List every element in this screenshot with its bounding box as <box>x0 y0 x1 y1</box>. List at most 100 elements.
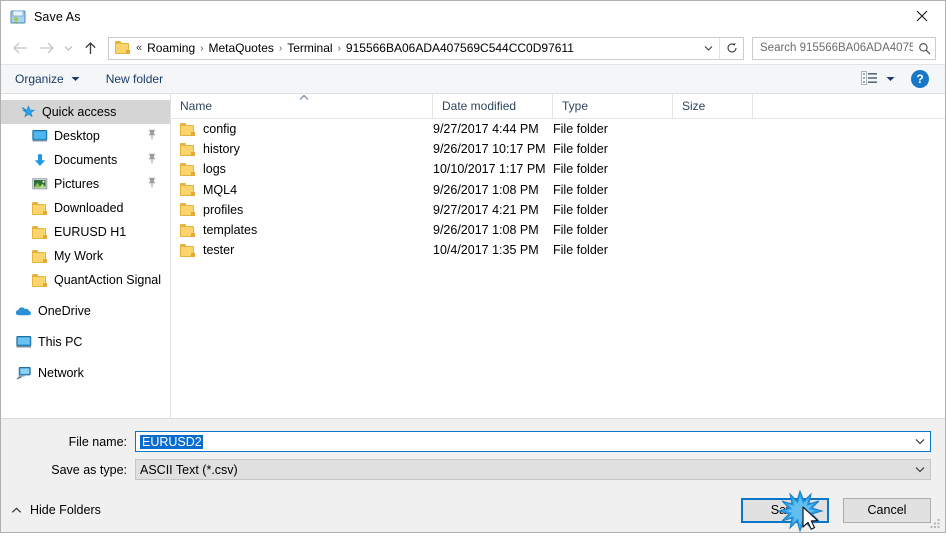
pin-icon[interactable] <box>147 129 157 143</box>
save-as-type-row: Save as type: ASCII Text (*.csv) <box>15 459 931 480</box>
new-folder-button[interactable]: New folder <box>106 72 163 86</box>
folder-icon <box>180 223 195 237</box>
sort-ascending-icon <box>299 94 309 103</box>
file-date-cell: 10/10/2017 1:17 PM <box>433 162 546 177</box>
close-icon[interactable] <box>899 1 945 31</box>
recent-locations-chevron-icon[interactable] <box>59 35 77 61</box>
save-as-icon <box>10 9 26 25</box>
view-options-button[interactable] <box>861 70 895 88</box>
chevron-down-icon[interactable] <box>697 38 719 59</box>
breadcrumb-lead[interactable]: « <box>136 42 144 54</box>
save-as-dialog: Save As « Roaming › MetaQuotes › Termina… <box>0 0 946 533</box>
new-folder-label: New folder <box>105 72 164 86</box>
sidebar-item-label: QuantAction Signal <box>54 273 162 287</box>
column-header-name-label: Name <box>180 99 213 113</box>
sidebar-item-label: Quick access <box>42 105 117 119</box>
search-icon[interactable] <box>913 42 935 55</box>
sidebar-item-label: Network <box>38 366 84 380</box>
file-name-label: history <box>203 142 240 157</box>
column-header-type[interactable]: Type <box>553 94 673 118</box>
table-row[interactable]: MQL4 9/26/2017 1:08 PM File folder <box>171 180 945 200</box>
sidebar-item-label: Downloaded <box>54 201 124 215</box>
save-as-type-select[interactable]: ASCII Text (*.csv) <box>135 459 931 480</box>
sidebar-item-quantaction-signal[interactable]: QuantAction Signal <box>1 268 170 292</box>
table-row[interactable]: tester 10/4/2017 1:35 PM File folder <box>171 240 945 260</box>
breadcrumb-item-roaming[interactable]: Roaming <box>144 40 198 56</box>
sidebar-item-my-work[interactable]: My Work <box>1 244 170 268</box>
cancel-button[interactable]: Cancel <box>843 497 931 523</box>
table-row[interactable]: history 9/26/2017 10:17 PM File folder <box>171 139 945 159</box>
file-name-cell: profiles <box>171 203 433 217</box>
breadcrumb-item-terminal[interactable]: Terminal <box>284 40 335 56</box>
search-placeholder: Search 915566BA06ADA40756... <box>760 42 913 54</box>
sidebar-item-documents[interactable]: Documents <box>1 148 170 172</box>
file-type-cell: File folder <box>553 202 608 217</box>
column-headers: Name Date modified Type Size <box>171 94 945 119</box>
navigation-bar: « Roaming › MetaQuotes › Terminal › 9155… <box>1 32 945 64</box>
sidebar-item-eurusd-h1[interactable]: EURUSD H1 <box>1 220 170 244</box>
file-date-cell: 9/26/2017 1:08 PM <box>433 223 539 238</box>
sidebar-item-onedrive[interactable]: OneDrive <box>1 299 170 323</box>
chevron-down-icon[interactable] <box>910 438 930 445</box>
sidebar-item-downloaded[interactable]: Downloaded <box>1 196 170 220</box>
up-arrow-icon[interactable] <box>77 35 103 61</box>
cancel-button-label: Cancel <box>867 503 907 517</box>
save-button[interactable]: Save <box>741 497 829 523</box>
column-header-name[interactable]: Name <box>171 94 433 118</box>
breadcrumb-separator[interactable]: › <box>198 43 205 54</box>
search-input[interactable]: Search 915566BA06ADA40756... <box>752 36 936 60</box>
folder-icon <box>31 224 48 240</box>
onedrive-cloud-icon <box>15 303 32 319</box>
sidebar-item-label: This PC <box>38 335 83 349</box>
pin-icon[interactable] <box>147 153 157 167</box>
save-as-type-label: Save as type: <box>51 462 127 477</box>
sidebar-item-label: My Work <box>54 249 104 263</box>
sidebar-item-pictures[interactable]: Pictures <box>1 172 170 196</box>
table-row[interactable]: profiles 9/27/2017 4:21 PM File folder <box>171 200 945 220</box>
file-name-input[interactable]: EURUSD2 <box>135 431 931 452</box>
resize-grip-icon[interactable] <box>929 517 941 529</box>
file-name-cell: templates <box>171 223 433 237</box>
breadcrumb-separator[interactable]: › <box>277 43 284 54</box>
folder-icon <box>180 122 195 136</box>
file-rows: config 9/27/2017 4:44 PM File folder his… <box>171 119 945 418</box>
folder-icon <box>180 142 195 156</box>
folder-icon <box>180 243 195 257</box>
column-header-size-label: Size <box>682 99 706 113</box>
breadcrumb: « Roaming › MetaQuotes › Terminal › 9155… <box>136 40 697 56</box>
hide-folders-button[interactable]: Hide Folders <box>11 503 101 517</box>
file-name-label: config <box>203 122 237 137</box>
file-name-label: profiles <box>203 202 244 217</box>
this-pc-icon <box>15 334 32 350</box>
breadcrumb-separator[interactable]: › <box>336 43 343 54</box>
desktop-icon <box>31 128 48 144</box>
table-row[interactable]: config 9/27/2017 4:44 PM File folder <box>171 119 945 139</box>
refresh-icon[interactable] <box>719 37 743 59</box>
sidebar-item-desktop[interactable]: Desktop <box>1 124 170 148</box>
file-name-value: EURUSD2 <box>140 434 203 449</box>
back-arrow-icon[interactable] <box>7 35 33 61</box>
breadcrumb-item-metaquotes[interactable]: MetaQuotes <box>206 40 277 56</box>
help-icon[interactable]: ? <box>911 70 929 88</box>
folder-icon <box>180 162 195 176</box>
file-name-label: MQL4 <box>203 182 238 197</box>
column-header-date-modified[interactable]: Date modified <box>433 94 553 118</box>
address-bar[interactable]: « Roaming › MetaQuotes › Terminal › 9155… <box>108 36 744 60</box>
table-row[interactable]: templates 9/26/2017 1:08 PM File folder <box>171 220 945 240</box>
breadcrumb-item-instance-id[interactable]: 915566BA06ADA407569C544CC0D97611 <box>343 40 577 56</box>
pin-icon[interactable] <box>147 177 157 191</box>
sidebar-item-label: Documents <box>54 153 118 167</box>
organize-button[interactable]: Organize <box>15 72 80 86</box>
sidebar-item-quick-access[interactable]: Quick access <box>1 100 170 124</box>
forward-arrow-icon[interactable] <box>33 35 59 61</box>
sidebar-item-this-pc[interactable]: This PC <box>1 330 170 354</box>
sidebar-item-label: Pictures <box>54 177 100 191</box>
file-date-cell: 10/4/2017 1:35 PM <box>433 243 539 258</box>
chevron-down-icon[interactable] <box>910 466 930 473</box>
table-row[interactable]: logs 10/10/2017 1:17 PM File folder <box>171 159 945 179</box>
save-form: File name: EURUSD2 Save as type: ASCII T… <box>1 418 945 488</box>
sidebar-item-network[interactable]: Network <box>1 361 170 385</box>
column-header-size[interactable]: Size <box>673 94 753 118</box>
file-type-cell: File folder <box>553 243 608 258</box>
file-name-label: tester <box>203 243 235 258</box>
